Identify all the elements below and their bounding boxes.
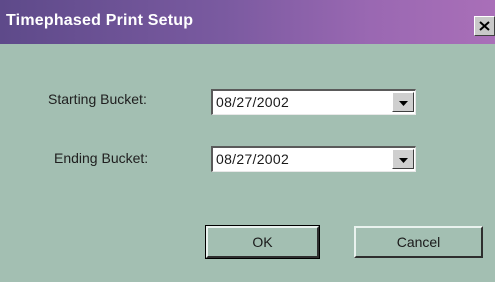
starting-bucket-combo[interactable]: 08/27/2002	[211, 89, 416, 115]
close-button[interactable]	[474, 16, 495, 36]
dialog-title: Timephased Print Setup	[6, 12, 194, 29]
chevron-down-icon	[398, 93, 408, 111]
ending-bucket-dropdown-button[interactable]	[392, 149, 414, 169]
starting-bucket-value: 08/27/2002	[216, 94, 290, 110]
ending-bucket-combo[interactable]: 08/27/2002	[211, 146, 416, 172]
chevron-down-icon	[398, 150, 408, 168]
ending-bucket-value: 08/27/2002	[216, 151, 290, 167]
ok-button[interactable]: OK	[205, 225, 320, 259]
ending-bucket-label: Ending Bucket:	[54, 150, 149, 166]
starting-bucket-label: Starting Bucket:	[48, 91, 147, 107]
cancel-button[interactable]: Cancel	[354, 226, 483, 258]
starting-bucket-dropdown-button[interactable]	[392, 92, 414, 112]
close-icon	[479, 21, 490, 31]
title-bar[interactable]: Timephased Print Setup	[0, 0, 495, 44]
timephased-print-setup-dialog: Timephased Print Setup Starting Bucket: …	[0, 0, 495, 282]
